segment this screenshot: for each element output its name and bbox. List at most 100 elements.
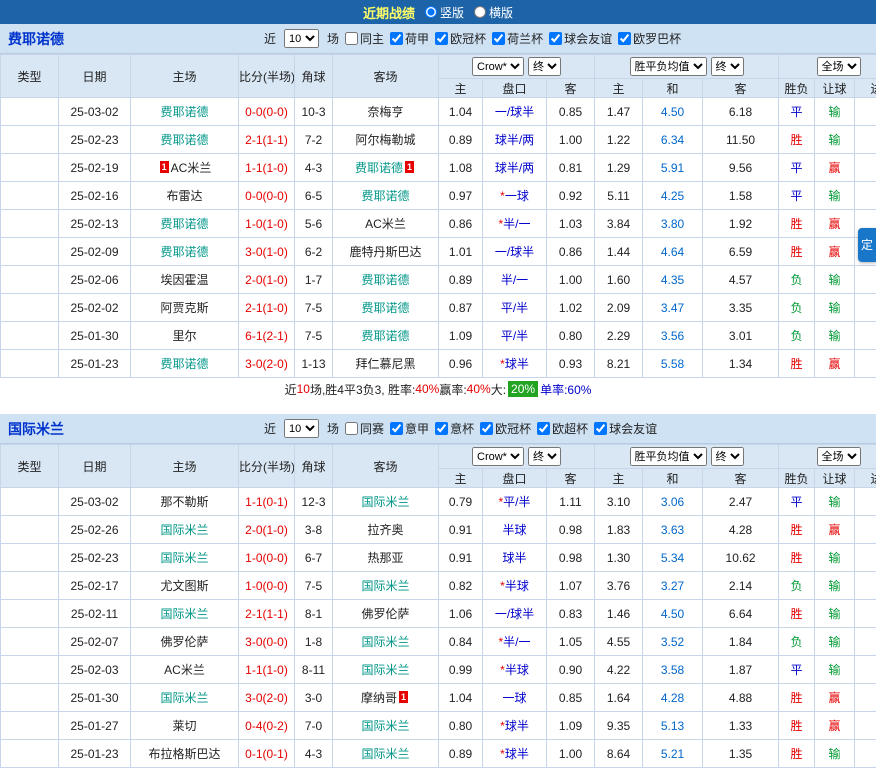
team-link[interactable]: 布拉格斯巴达 <box>148 747 220 761</box>
team-link[interactable]: 拜仁慕尼黑 <box>355 357 415 371</box>
layout-option-vertical[interactable]: 竖版 <box>425 4 464 21</box>
filter-checkbox[interactable] <box>435 32 448 45</box>
team-link[interactable]: 国际米兰 <box>160 523 208 537</box>
score-cell[interactable]: 0-4(0-2) <box>239 712 295 740</box>
score-cell[interactable]: 1-1(1-0) <box>239 154 295 182</box>
team-link[interactable]: AC米兰 <box>164 663 205 677</box>
team-link[interactable]: AC米兰 <box>171 161 212 175</box>
team-link[interactable]: 摩纳哥 <box>361 691 397 705</box>
filter-checkbox[interactable] <box>594 422 607 435</box>
filter-checkbox[interactable] <box>345 422 358 435</box>
filter-option-3[interactable]: 欧冠杯 <box>480 420 531 437</box>
team-link[interactable]: 热那亚 <box>367 551 403 565</box>
score-cell[interactable]: 3-0(1-0) <box>239 238 295 266</box>
score-cell[interactable]: 0-0(0-0) <box>239 182 295 210</box>
games-count-select[interactable]: 10 <box>284 419 319 438</box>
team-link[interactable]: 国际米兰 <box>361 719 409 733</box>
section-team-name[interactable]: 国际米兰 <box>8 419 64 439</box>
filter-checkbox[interactable] <box>480 422 493 435</box>
final-odds-select[interactable]: 终 <box>528 57 561 76</box>
team-link[interactable]: 费耶诺德 <box>160 105 208 119</box>
team-link[interactable]: 国际米兰 <box>160 691 208 705</box>
wdl-avg-select[interactable]: 胜平负均值 <box>630 447 707 466</box>
team-link[interactable]: 那不勒斯 <box>160 495 208 509</box>
team-link[interactable]: 国际米兰 <box>361 663 409 677</box>
layout-option-horizontal[interactable]: 横版 <box>474 4 513 21</box>
filter-checkbox[interactable] <box>618 32 631 45</box>
games-count-select[interactable]: 10 <box>284 29 319 48</box>
section-team-name[interactable]: 费耶诺德 <box>8 29 64 49</box>
team-link[interactable]: 莱切 <box>172 719 196 733</box>
scope-select[interactable]: 全场 <box>817 447 861 466</box>
filter-option-1[interactable]: 荷甲 <box>390 30 429 47</box>
team-link[interactable]: 费耶诺德 <box>160 217 208 231</box>
filter-checkbox[interactable] <box>549 32 562 45</box>
filter-checkbox[interactable] <box>390 32 403 45</box>
score-cell[interactable]: 2-1(1-0) <box>239 294 295 322</box>
filter-option-5[interactable]: 球会友谊 <box>594 420 657 437</box>
filter-option-2[interactable]: 意杯 <box>435 420 474 437</box>
team-link[interactable]: 尤文图斯 <box>160 579 208 593</box>
filter-option-5[interactable]: 欧罗巴杯 <box>618 30 681 47</box>
team-link[interactable]: 国际米兰 <box>160 607 208 621</box>
team-link[interactable]: 里尔 <box>172 329 196 343</box>
score-cell[interactable]: 3-0(2-0) <box>239 350 295 378</box>
score-cell[interactable]: 1-1(0-1) <box>239 488 295 516</box>
team-link[interactable]: 费耶诺德 <box>361 329 409 343</box>
vertical-layout-radio[interactable] <box>425 6 437 18</box>
team-link[interactable]: 鹿特丹斯巴达 <box>349 245 421 259</box>
score-cell[interactable]: 1-0(0-0) <box>239 572 295 600</box>
team-link[interactable]: 国际米兰 <box>361 579 409 593</box>
team-link[interactable]: 奈梅亨 <box>367 105 403 119</box>
horizontal-layout-radio[interactable] <box>474 6 486 18</box>
final-avg-select[interactable]: 终 <box>711 57 744 76</box>
score-cell[interactable]: 3-0(0-0) <box>239 628 295 656</box>
team-link[interactable]: 费耶诺德 <box>361 273 409 287</box>
score-cell[interactable]: 1-0(1-0) <box>239 210 295 238</box>
filter-checkbox[interactable] <box>390 422 403 435</box>
team-link[interactable]: 费耶诺德 <box>160 357 208 371</box>
team-link[interactable]: 阿尔梅勒城 <box>355 133 415 147</box>
filter-option-1[interactable]: 意甲 <box>390 420 429 437</box>
team-link[interactable]: AC米兰 <box>365 217 406 231</box>
filter-checkbox[interactable] <box>537 422 550 435</box>
filter-option-4[interactable]: 欧超杯 <box>537 420 588 437</box>
pin-tab[interactable]: 定 <box>858 228 876 262</box>
score-cell[interactable]: 0-1(0-1) <box>239 740 295 768</box>
team-link[interactable]: 费耶诺德 <box>355 161 403 175</box>
wdl-avg-select[interactable]: 胜平负均值 <box>630 57 707 76</box>
scope-select[interactable]: 全场 <box>817 57 861 76</box>
score-cell[interactable]: 2-1(1-1) <box>239 126 295 154</box>
final-avg-select[interactable]: 终 <box>711 447 744 466</box>
filter-option-2[interactable]: 欧冠杯 <box>435 30 486 47</box>
filter-option-0[interactable]: 同赛 <box>345 420 384 437</box>
team-link[interactable]: 国际米兰 <box>361 495 409 509</box>
team-link[interactable]: 埃因霍温 <box>160 273 208 287</box>
team-link[interactable]: 费耶诺德 <box>160 245 208 259</box>
score-cell[interactable]: 0-0(0-0) <box>239 98 295 126</box>
team-link[interactable]: 佛罗伦萨 <box>361 607 409 621</box>
odds-company-select[interactable]: Crow* <box>472 57 524 76</box>
score-cell[interactable]: 3-0(2-0) <box>239 684 295 712</box>
score-cell[interactable]: 1-0(0-0) <box>239 544 295 572</box>
team-link[interactable]: 国际米兰 <box>160 551 208 565</box>
team-link[interactable]: 国际米兰 <box>361 747 409 761</box>
team-link[interactable]: 费耶诺德 <box>361 301 409 315</box>
score-cell[interactable]: 6-1(2-1) <box>239 322 295 350</box>
team-link[interactable]: 费耶诺德 <box>160 133 208 147</box>
filter-option-3[interactable]: 荷兰杯 <box>492 30 543 47</box>
filter-checkbox[interactable] <box>345 32 358 45</box>
team-link[interactable]: 拉齐奥 <box>367 523 403 537</box>
team-link[interactable]: 费耶诺德 <box>361 189 409 203</box>
filter-checkbox[interactable] <box>435 422 448 435</box>
score-cell[interactable]: 2-0(1-0) <box>239 266 295 294</box>
team-link[interactable]: 布雷达 <box>166 189 202 203</box>
final-odds-select[interactable]: 终 <box>528 447 561 466</box>
filter-option-0[interactable]: 同主 <box>345 30 384 47</box>
team-link[interactable]: 阿贾克斯 <box>160 301 208 315</box>
score-cell[interactable]: 2-0(1-0) <box>239 516 295 544</box>
score-cell[interactable]: 2-1(1-1) <box>239 600 295 628</box>
team-link[interactable]: 国际米兰 <box>361 635 409 649</box>
odds-company-select[interactable]: Crow* <box>472 447 524 466</box>
score-cell[interactable]: 1-1(1-0) <box>239 656 295 684</box>
